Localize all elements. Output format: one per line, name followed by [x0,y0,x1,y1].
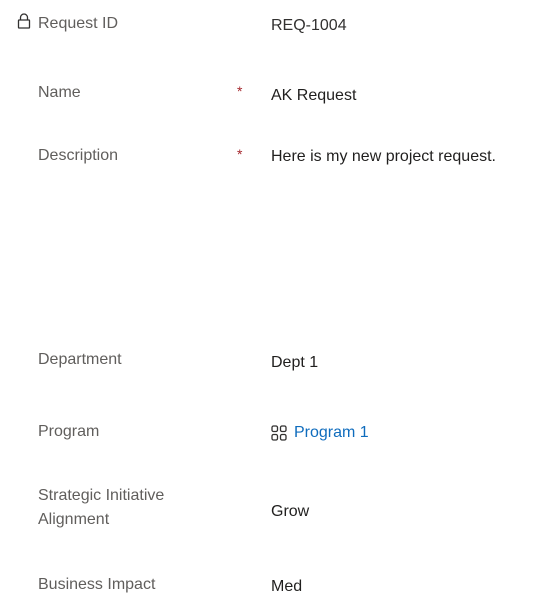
request-id-label: Request ID [38,15,119,32]
program-link[interactable]: Program 1 [271,421,369,445]
strategic-alignment-value[interactable]: Grow [271,500,309,524]
request-form: Request ID REQ-1004 Name * AK Request De… [0,0,549,597]
department-label: Department [38,351,122,368]
field-request-id: Request ID REQ-1004 [0,12,549,36]
description-label: Description [38,147,119,164]
name-value[interactable]: AK Request [271,84,356,108]
entity-grid-icon [271,425,287,441]
strategic-alignment-label: Strategic Initiative Alignment [38,484,218,532]
business-impact-label: Business Impact [38,576,156,593]
strategic-alignment-label-line2: Alignment [38,511,110,528]
strategic-alignment-label-line1: Strategic Initiative [38,487,165,504]
field-name[interactable]: Name * AK Request [0,81,549,111]
field-strategic-initiative-alignment[interactable]: Strategic Initiative Alignment Grow [0,484,549,536]
lock-icon [17,13,31,29]
program-value[interactable]: Program 1 [294,421,369,445]
name-label: Name [38,84,81,101]
description-required-indicator: * [237,146,243,162]
request-id-value: REQ-1004 [271,17,347,34]
field-program[interactable]: Program Program 1 [0,420,549,450]
department-value[interactable]: Dept 1 [271,351,318,375]
field-department[interactable]: Department Dept 1 [0,348,549,378]
program-label: Program [38,423,100,440]
business-impact-value[interactable]: Med [271,575,302,599]
name-required-indicator: * [237,83,243,99]
field-description[interactable]: Description * Here is my new project req… [0,144,549,174]
field-business-impact[interactable]: Business Impact Med [0,573,549,597]
description-value[interactable]: Here is my new project request. [271,145,496,169]
